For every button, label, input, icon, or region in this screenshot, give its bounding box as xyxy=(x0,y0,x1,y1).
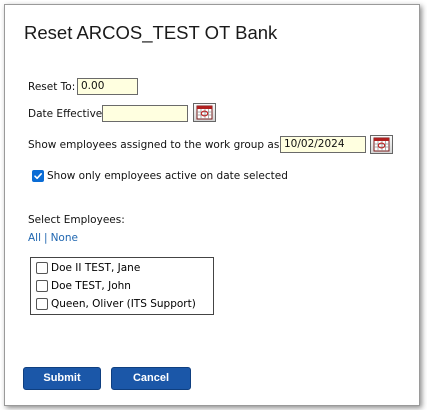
list-item[interactable]: Doe II TEST, Jane xyxy=(36,262,140,274)
dialog-title: Reset ARCOS_TEST OT Bank xyxy=(24,22,278,43)
workgroup-calendar-button[interactable] xyxy=(370,135,393,154)
active-only-label: Show only employees active on date selec… xyxy=(47,170,288,182)
calendar-icon xyxy=(371,136,392,153)
workgroup-date-input[interactable]: 10/02/2024 xyxy=(280,136,366,153)
list-item[interactable]: Doe TEST, John xyxy=(36,280,131,292)
workgroup-date-label: Show employees assigned to the work grou… xyxy=(28,139,296,151)
reset-to-input[interactable]: 0.00 xyxy=(77,78,138,95)
date-effective-input[interactable] xyxy=(102,105,188,122)
employee-checkbox[interactable] xyxy=(36,280,48,292)
employee-name: Queen, Oliver (ITS Support) xyxy=(51,298,196,310)
employee-checkbox[interactable] xyxy=(36,298,48,310)
reset-to-label: Reset To: xyxy=(28,81,76,93)
date-effective-calendar-button[interactable] xyxy=(193,103,216,122)
select-links: All | None xyxy=(28,232,78,244)
select-employees-label: Select Employees: xyxy=(28,214,125,226)
employee-name: Doe TEST, John xyxy=(51,280,131,292)
employee-checkbox[interactable] xyxy=(36,262,48,274)
active-only-option[interactable]: Show only employees active on date selec… xyxy=(32,170,288,182)
submit-button[interactable]: Submit xyxy=(23,367,101,390)
link-separator: | xyxy=(44,232,48,244)
list-item[interactable]: Queen, Oliver (ITS Support) xyxy=(36,298,196,310)
employee-name: Doe II TEST, Jane xyxy=(51,262,141,274)
reset-ot-bank-dialog: Reset ARCOS_TEST OT Bank Reset To: 0.00 … xyxy=(4,4,420,406)
date-effective-label: Date Effective: xyxy=(28,108,106,120)
active-only-checkbox[interactable] xyxy=(32,170,44,182)
select-none-link[interactable]: None xyxy=(51,232,78,244)
select-all-link[interactable]: All xyxy=(28,232,41,244)
cancel-button[interactable]: Cancel xyxy=(111,367,191,390)
employee-list: Doe II TEST, Jane Doe TEST, John Queen, … xyxy=(30,257,214,315)
calendar-icon xyxy=(194,104,215,121)
